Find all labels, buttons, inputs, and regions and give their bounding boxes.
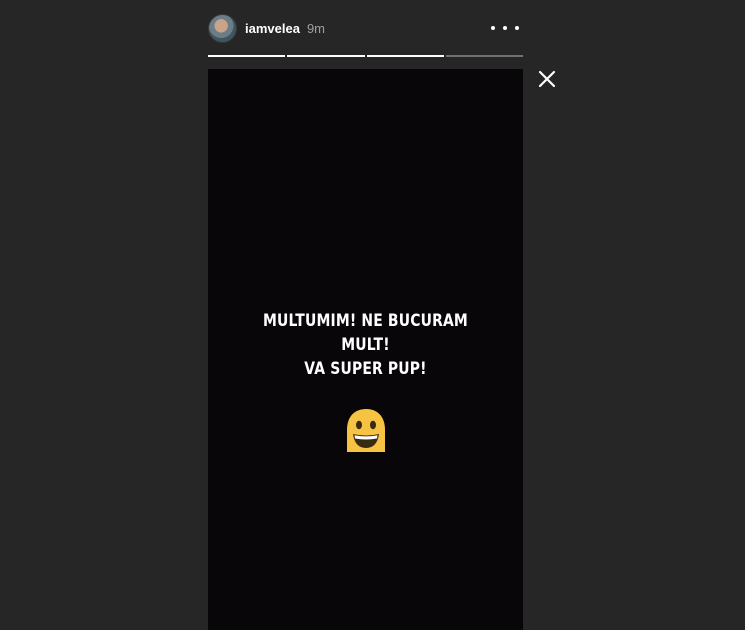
- more-options-button[interactable]: [491, 18, 519, 38]
- progress-fill: [208, 55, 286, 57]
- story-caption: MULTUMIM! NE BUCURAM MULT! VA SUPER PUP!: [236, 309, 494, 381]
- story-timestamp: 9m: [306, 20, 325, 36]
- more-options-icon: [515, 26, 519, 30]
- grinning-emoji-icon: [347, 409, 385, 452]
- story-viewer: iamvelea 9m MULTUMIM! NE BUCURAM MULT! V…: [0, 0, 745, 630]
- progress-fill: [287, 55, 365, 57]
- progress-segment: [208, 55, 286, 57]
- story-caption-line: VA SUPER PUP!: [304, 359, 427, 379]
- progress-segment: [287, 55, 365, 57]
- progress-fill: [366, 55, 444, 57]
- close-icon: [538, 70, 556, 88]
- more-options-icon: [503, 26, 507, 30]
- progress-segment: [366, 55, 444, 57]
- more-options-icon: [491, 26, 495, 30]
- close-button[interactable]: [537, 69, 557, 89]
- story-media[interactable]: MULTUMIM! NE BUCURAM MULT! VA SUPER PUP!: [208, 69, 523, 630]
- story-caption-line: MULTUMIM! NE BUCURAM MULT!: [263, 311, 468, 355]
- progress-segment: [445, 55, 523, 57]
- avatar[interactable]: [208, 13, 237, 43]
- username-link[interactable]: iamvelea: [245, 21, 300, 36]
- story-header: iamvelea 9m: [208, 12, 523, 44]
- story-progress-bar: [208, 55, 523, 57]
